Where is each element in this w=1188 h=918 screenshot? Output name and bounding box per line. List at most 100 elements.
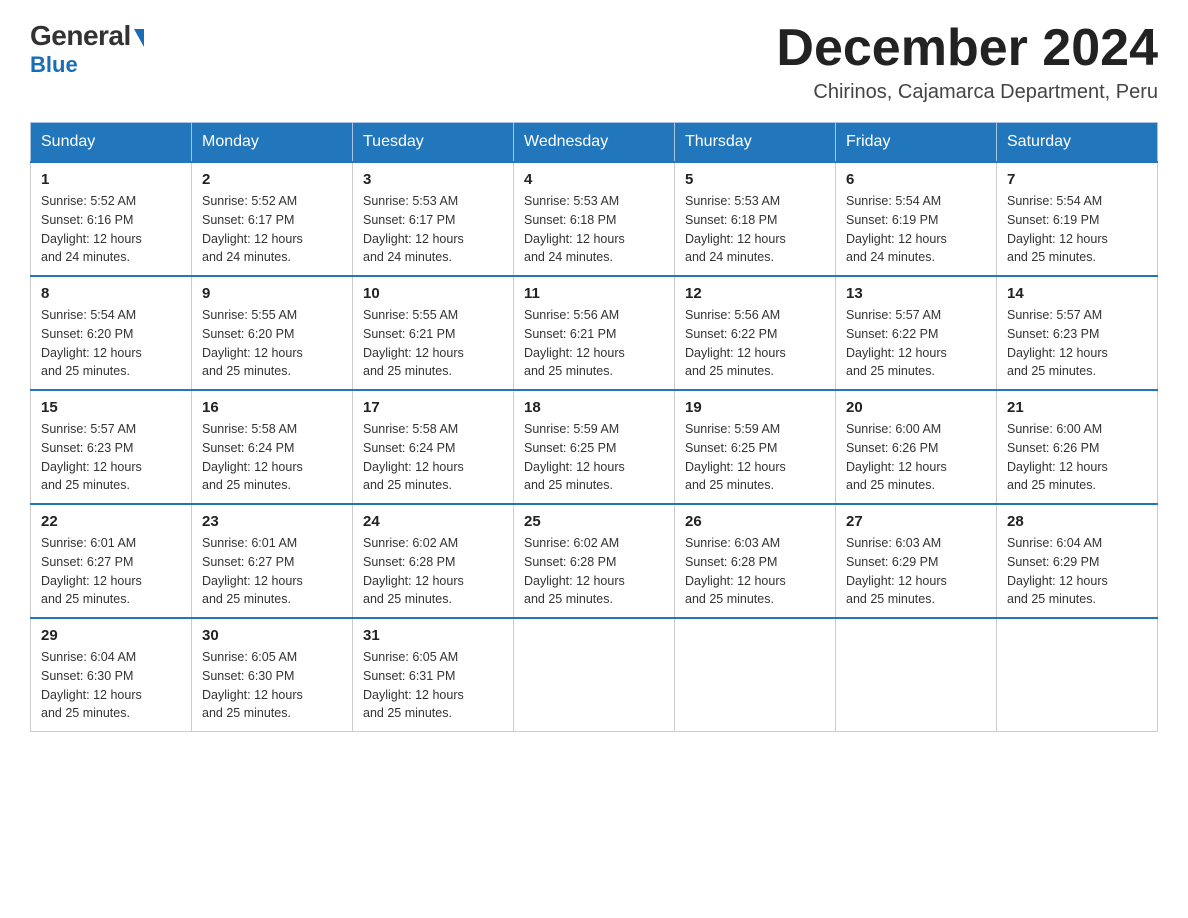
- day-info: Sunrise: 5:52 AM Sunset: 6:16 PM Dayligh…: [41, 192, 181, 267]
- day-info: Sunrise: 6:04 AM Sunset: 6:30 PM Dayligh…: [41, 648, 181, 723]
- table-row: 7 Sunrise: 5:54 AM Sunset: 6:19 PM Dayli…: [997, 162, 1158, 276]
- day-number: 14: [1007, 285, 1147, 302]
- day-number: 26: [685, 513, 825, 530]
- day-info: Sunrise: 5:57 AM Sunset: 6:23 PM Dayligh…: [1007, 306, 1147, 381]
- table-row: 15 Sunrise: 5:57 AM Sunset: 6:23 PM Dayl…: [31, 390, 192, 504]
- day-number: 4: [524, 171, 664, 188]
- col-saturday: Saturday: [997, 123, 1158, 163]
- table-row: 5 Sunrise: 5:53 AM Sunset: 6:18 PM Dayli…: [675, 162, 836, 276]
- table-row: 11 Sunrise: 5:56 AM Sunset: 6:21 PM Dayl…: [514, 276, 675, 390]
- calendar-week-row: 22 Sunrise: 6:01 AM Sunset: 6:27 PM Dayl…: [31, 504, 1158, 618]
- day-number: 16: [202, 399, 342, 416]
- day-number: 17: [363, 399, 503, 416]
- day-info: Sunrise: 5:57 AM Sunset: 6:23 PM Dayligh…: [41, 420, 181, 495]
- table-row: 27 Sunrise: 6:03 AM Sunset: 6:29 PM Dayl…: [836, 504, 997, 618]
- calendar-table: Sunday Monday Tuesday Wednesday Thursday…: [30, 122, 1158, 732]
- day-number: 11: [524, 285, 664, 302]
- location-subtitle: Chirinos, Cajamarca Department, Peru: [776, 81, 1158, 104]
- day-info: Sunrise: 6:02 AM Sunset: 6:28 PM Dayligh…: [524, 534, 664, 609]
- table-row: [836, 618, 997, 732]
- table-row: 28 Sunrise: 6:04 AM Sunset: 6:29 PM Dayl…: [997, 504, 1158, 618]
- table-row: [997, 618, 1158, 732]
- table-row: 30 Sunrise: 6:05 AM Sunset: 6:30 PM Dayl…: [192, 618, 353, 732]
- table-row: 21 Sunrise: 6:00 AM Sunset: 6:26 PM Dayl…: [997, 390, 1158, 504]
- day-info: Sunrise: 6:01 AM Sunset: 6:27 PM Dayligh…: [41, 534, 181, 609]
- logo: General Blue: [30, 20, 144, 78]
- day-info: Sunrise: 6:03 AM Sunset: 6:28 PM Dayligh…: [685, 534, 825, 609]
- table-row: 1 Sunrise: 5:52 AM Sunset: 6:16 PM Dayli…: [31, 162, 192, 276]
- day-info: Sunrise: 6:04 AM Sunset: 6:29 PM Dayligh…: [1007, 534, 1147, 609]
- table-row: 22 Sunrise: 6:01 AM Sunset: 6:27 PM Dayl…: [31, 504, 192, 618]
- calendar-week-row: 8 Sunrise: 5:54 AM Sunset: 6:20 PM Dayli…: [31, 276, 1158, 390]
- day-info: Sunrise: 5:53 AM Sunset: 6:17 PM Dayligh…: [363, 192, 503, 267]
- col-monday: Monday: [192, 123, 353, 163]
- day-number: 12: [685, 285, 825, 302]
- table-row: 16 Sunrise: 5:58 AM Sunset: 6:24 PM Dayl…: [192, 390, 353, 504]
- table-row: 8 Sunrise: 5:54 AM Sunset: 6:20 PM Dayli…: [31, 276, 192, 390]
- table-row: 2 Sunrise: 5:52 AM Sunset: 6:17 PM Dayli…: [192, 162, 353, 276]
- table-row: 3 Sunrise: 5:53 AM Sunset: 6:17 PM Dayli…: [353, 162, 514, 276]
- day-info: Sunrise: 5:55 AM Sunset: 6:21 PM Dayligh…: [363, 306, 503, 381]
- day-info: Sunrise: 5:54 AM Sunset: 6:19 PM Dayligh…: [1007, 192, 1147, 267]
- table-row: 6 Sunrise: 5:54 AM Sunset: 6:19 PM Dayli…: [836, 162, 997, 276]
- day-number: 27: [846, 513, 986, 530]
- day-info: Sunrise: 5:53 AM Sunset: 6:18 PM Dayligh…: [685, 192, 825, 267]
- table-row: 26 Sunrise: 6:03 AM Sunset: 6:28 PM Dayl…: [675, 504, 836, 618]
- day-number: 22: [41, 513, 181, 530]
- day-info: Sunrise: 5:54 AM Sunset: 6:19 PM Dayligh…: [846, 192, 986, 267]
- day-info: Sunrise: 5:55 AM Sunset: 6:20 PM Dayligh…: [202, 306, 342, 381]
- day-info: Sunrise: 5:56 AM Sunset: 6:21 PM Dayligh…: [524, 306, 664, 381]
- table-row: 24 Sunrise: 6:02 AM Sunset: 6:28 PM Dayl…: [353, 504, 514, 618]
- table-row: 31 Sunrise: 6:05 AM Sunset: 6:31 PM Dayl…: [353, 618, 514, 732]
- day-info: Sunrise: 6:05 AM Sunset: 6:30 PM Dayligh…: [202, 648, 342, 723]
- col-sunday: Sunday: [31, 123, 192, 163]
- day-number: 31: [363, 627, 503, 644]
- table-row: 13 Sunrise: 5:57 AM Sunset: 6:22 PM Dayl…: [836, 276, 997, 390]
- calendar-week-row: 29 Sunrise: 6:04 AM Sunset: 6:30 PM Dayl…: [31, 618, 1158, 732]
- title-area: December 2024 Chirinos, Cajamarca Depart…: [776, 20, 1158, 104]
- table-row: 4 Sunrise: 5:53 AM Sunset: 6:18 PM Dayli…: [514, 162, 675, 276]
- calendar-week-row: 15 Sunrise: 5:57 AM Sunset: 6:23 PM Dayl…: [31, 390, 1158, 504]
- page-header: General Blue December 2024 Chirinos, Caj…: [30, 20, 1158, 104]
- day-number: 25: [524, 513, 664, 530]
- day-number: 5: [685, 171, 825, 188]
- day-number: 20: [846, 399, 986, 416]
- day-info: Sunrise: 5:53 AM Sunset: 6:18 PM Dayligh…: [524, 192, 664, 267]
- col-friday: Friday: [836, 123, 997, 163]
- day-number: 18: [524, 399, 664, 416]
- table-row: 12 Sunrise: 5:56 AM Sunset: 6:22 PM Dayl…: [675, 276, 836, 390]
- table-row: 18 Sunrise: 5:59 AM Sunset: 6:25 PM Dayl…: [514, 390, 675, 504]
- day-number: 23: [202, 513, 342, 530]
- day-info: Sunrise: 6:03 AM Sunset: 6:29 PM Dayligh…: [846, 534, 986, 609]
- day-info: Sunrise: 5:59 AM Sunset: 6:25 PM Dayligh…: [685, 420, 825, 495]
- day-info: Sunrise: 6:01 AM Sunset: 6:27 PM Dayligh…: [202, 534, 342, 609]
- table-row: [514, 618, 675, 732]
- day-info: Sunrise: 5:59 AM Sunset: 6:25 PM Dayligh…: [524, 420, 664, 495]
- day-info: Sunrise: 6:02 AM Sunset: 6:28 PM Dayligh…: [363, 534, 503, 609]
- day-number: 8: [41, 285, 181, 302]
- day-info: Sunrise: 6:00 AM Sunset: 6:26 PM Dayligh…: [846, 420, 986, 495]
- month-title: December 2024: [776, 20, 1158, 77]
- table-row: 10 Sunrise: 5:55 AM Sunset: 6:21 PM Dayl…: [353, 276, 514, 390]
- table-row: 17 Sunrise: 5:58 AM Sunset: 6:24 PM Dayl…: [353, 390, 514, 504]
- day-number: 19: [685, 399, 825, 416]
- day-number: 21: [1007, 399, 1147, 416]
- table-row: 14 Sunrise: 5:57 AM Sunset: 6:23 PM Dayl…: [997, 276, 1158, 390]
- col-wednesday: Wednesday: [514, 123, 675, 163]
- day-info: Sunrise: 5:54 AM Sunset: 6:20 PM Dayligh…: [41, 306, 181, 381]
- table-row: 9 Sunrise: 5:55 AM Sunset: 6:20 PM Dayli…: [192, 276, 353, 390]
- table-row: [675, 618, 836, 732]
- col-tuesday: Tuesday: [353, 123, 514, 163]
- calendar-week-row: 1 Sunrise: 5:52 AM Sunset: 6:16 PM Dayli…: [31, 162, 1158, 276]
- day-number: 2: [202, 171, 342, 188]
- day-number: 29: [41, 627, 181, 644]
- logo-general-text: General: [30, 20, 144, 52]
- day-info: Sunrise: 5:58 AM Sunset: 6:24 PM Dayligh…: [202, 420, 342, 495]
- day-info: Sunrise: 6:05 AM Sunset: 6:31 PM Dayligh…: [363, 648, 503, 723]
- day-info: Sunrise: 5:57 AM Sunset: 6:22 PM Dayligh…: [846, 306, 986, 381]
- day-number: 9: [202, 285, 342, 302]
- day-number: 7: [1007, 171, 1147, 188]
- day-number: 15: [41, 399, 181, 416]
- day-number: 24: [363, 513, 503, 530]
- day-number: 3: [363, 171, 503, 188]
